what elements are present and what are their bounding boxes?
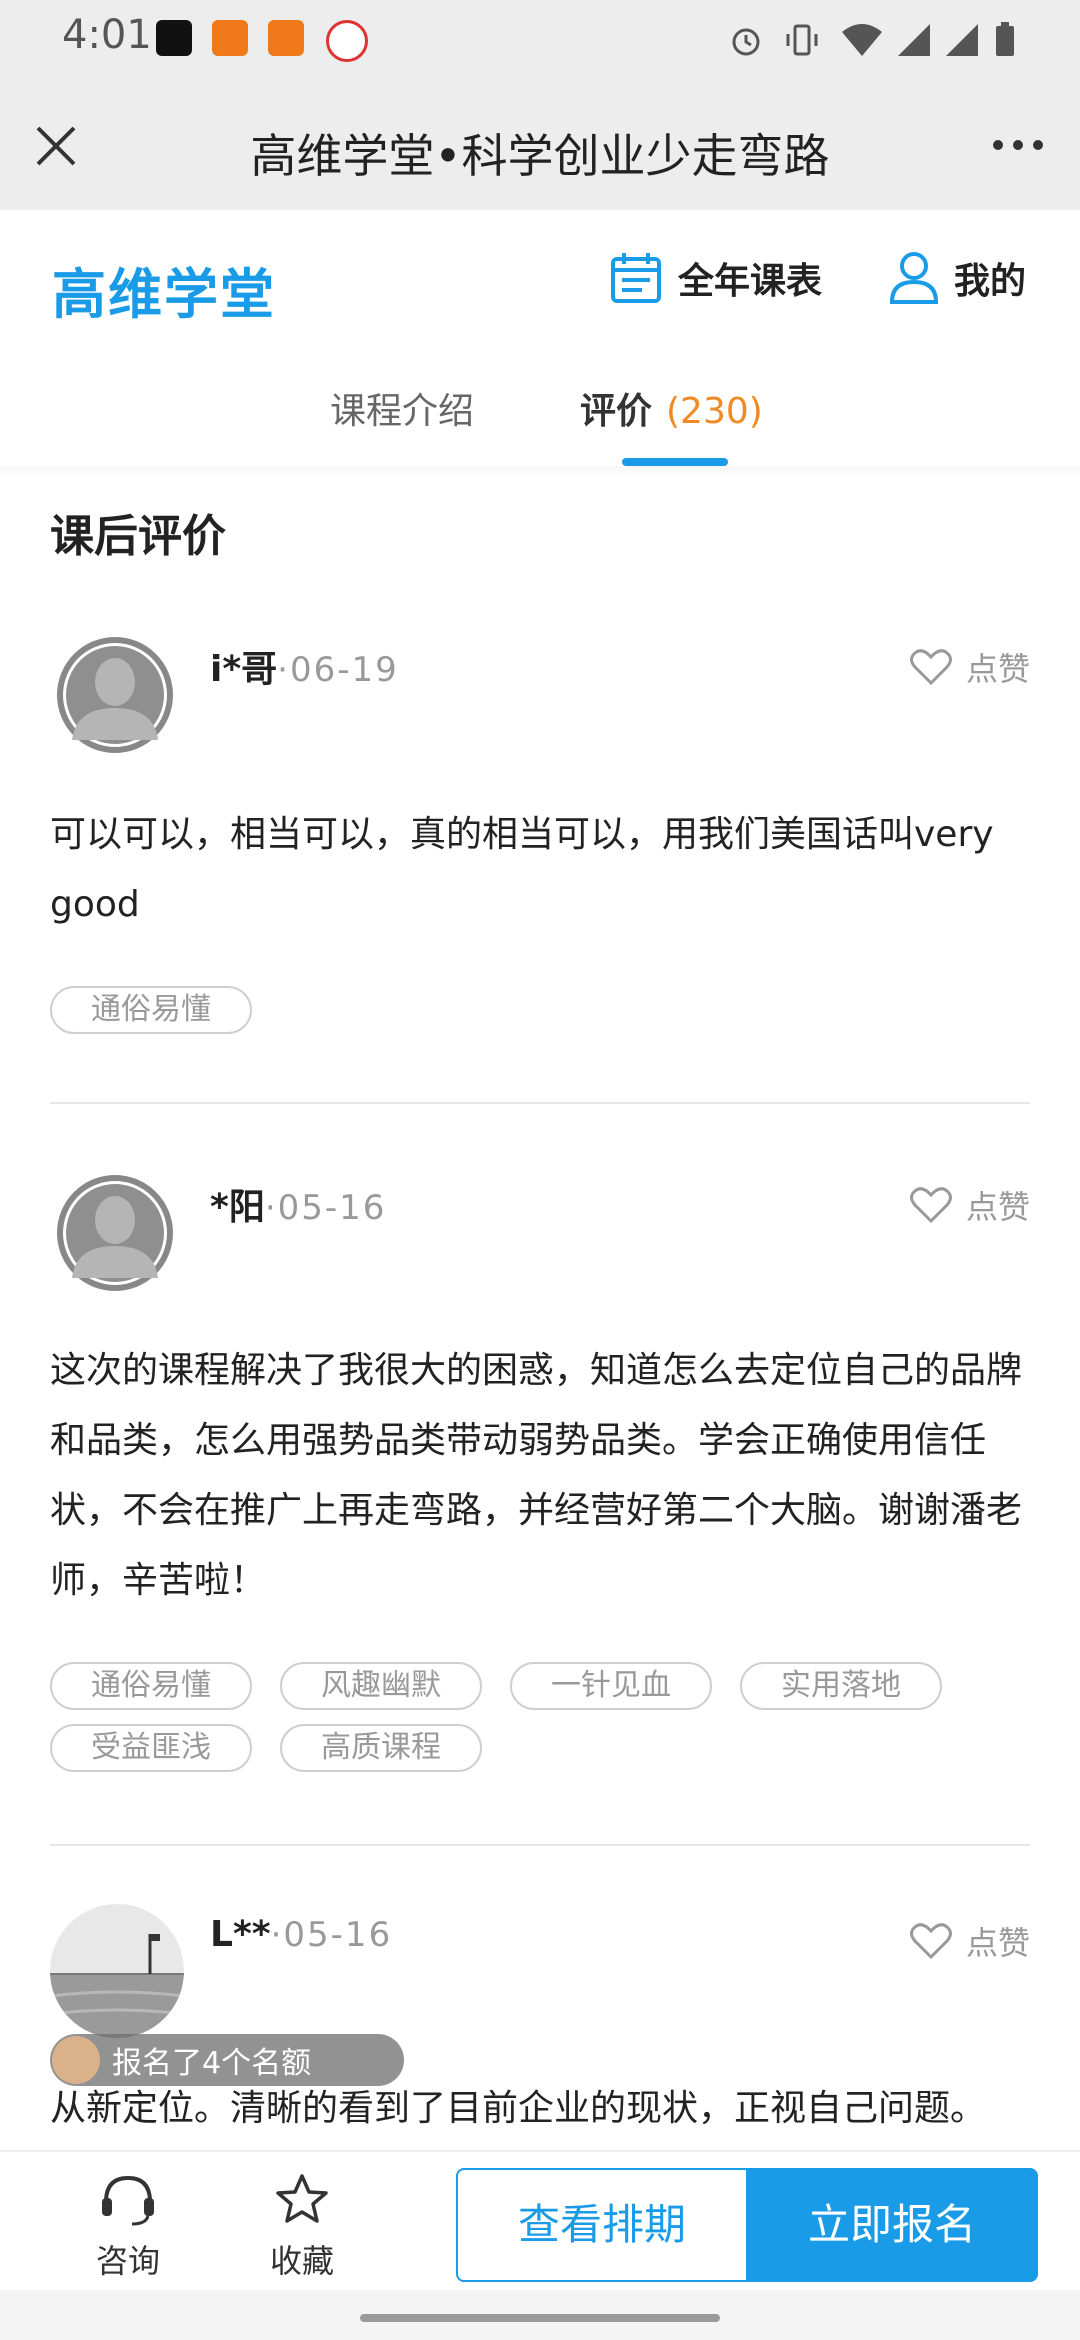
my-account-button[interactable]: 我的 [888, 250, 1026, 306]
divider [50, 1844, 1030, 1846]
battery-icon [996, 22, 1014, 56]
app-notification-icon [212, 20, 248, 56]
like-button[interactable]: 点赞 [909, 1918, 1030, 1964]
favorite-label: 收藏 [269, 2242, 334, 2280]
alarm-icon [732, 28, 760, 56]
avatar-photo [50, 1904, 184, 2038]
review-count: (230) [666, 391, 763, 432]
top-navbar: 高维学堂•科学创业少走弯路 [0, 80, 1080, 210]
avatar [50, 1904, 184, 2038]
review-tag: 风趣幽默 [280, 1662, 482, 1710]
avatar [50, 1168, 180, 1298]
wifi-icon [842, 24, 882, 56]
review-tags: 通俗易懂 风趣幽默 一针见血 实用落地 受益匪浅 高质课程 [50, 1662, 1030, 1772]
user-icon [889, 252, 939, 304]
review-text: 这次的课程解决了我很大的困惑，知道怎么去定位自己的品牌和品类，怎么用强势品类带动… [50, 1350, 1023, 1601]
review-tag: 通俗易懂 [50, 986, 252, 1034]
review-item: i*哥·06-19 点赞 可以可以，相当可以，真的相当可以，用我们美国话叫ver… [50, 630, 1030, 1050]
heart-icon [909, 1187, 952, 1224]
page-title: 高维学堂•科学创业少走弯路 [250, 129, 830, 183]
heart-icon [909, 649, 952, 686]
tab-reviews-label: 评价 [580, 391, 653, 432]
favorite-button[interactable]: 收藏 [242, 2172, 362, 2282]
calendar-icon [611, 253, 661, 303]
consult-button[interactable]: 咨询 [68, 2172, 188, 2282]
default-avatar-icon [57, 637, 173, 753]
like-label: 点赞 [965, 1924, 1030, 1962]
reviewer-name-text: *阳 [210, 1187, 265, 1228]
browser-notification-icon [326, 20, 368, 62]
active-tab-indicator [622, 458, 728, 466]
heart-icon [909, 1923, 952, 1960]
status-bar: 4:01 [0, 0, 1080, 80]
review-date: ·05-16 [270, 1915, 393, 1955]
like-label: 点赞 [965, 650, 1030, 688]
app-notification-icon [268, 20, 304, 56]
logo[interactable]: 高维学堂 [52, 250, 276, 329]
reviewer-name: i*哥·06-19 [210, 640, 399, 692]
default-avatar-icon [57, 1175, 173, 1291]
reviewer-name-text: L** [210, 1914, 271, 1955]
review-tag: 一针见血 [510, 1662, 712, 1710]
star-icon [276, 2174, 328, 2223]
review-date: ·06-19 [277, 650, 399, 690]
review-text: 可以可以，相当可以，真的相当可以，用我们美国话叫very good [50, 814, 994, 925]
annual-schedule-button[interactable]: 全年课表 [608, 250, 822, 306]
view-schedule-button[interactable]: 查看排期 [456, 2168, 748, 2282]
enroll-avatar [52, 2036, 100, 2084]
signup-now-button[interactable]: 立即报名 [746, 2168, 1038, 2282]
headset-icon [102, 2175, 154, 2226]
avatar [50, 630, 180, 760]
enroll-badge: 报名了4个名额 [50, 2034, 404, 2086]
reviewer-name: L**·05-16 [210, 1914, 392, 1955]
like-button[interactable]: 点赞 [909, 1182, 1030, 1228]
home-gesture-handle[interactable] [360, 2314, 720, 2322]
status-time: 4:01 [62, 12, 152, 58]
review-item: L**·05-16 点赞 从新定位。清晰的看到了目前企业的现状，正视自己问题。 [50, 1904, 1030, 2144]
consult-label: 咨询 [95, 2242, 160, 2280]
reviewer-name: *阳·05-16 [210, 1178, 386, 1230]
review-tag: 实用落地 [740, 1662, 942, 1710]
tab-course-intro[interactable]: 课程介绍 [330, 382, 474, 434]
tab-bar: 课程介绍 评价 (230) [0, 340, 1080, 466]
more-icon[interactable] [990, 130, 1046, 160]
review-tag: 高质课程 [280, 1724, 482, 1772]
divider [50, 1102, 1030, 1104]
like-button[interactable]: 点赞 [909, 644, 1030, 690]
signal-icon [946, 24, 978, 56]
my-account-label: 我的 [954, 261, 1027, 302]
review-tag: 受益匪浅 [50, 1724, 252, 1772]
annual-schedule-label: 全年课表 [678, 261, 823, 302]
like-label: 点赞 [965, 1188, 1030, 1226]
reviewer-name-text: i*哥 [210, 649, 278, 690]
vibrate-icon [786, 24, 818, 56]
capcut-app-icon [156, 20, 192, 56]
review-tags: 通俗易懂 [50, 986, 1030, 1034]
review-item: *阳·05-16 点赞 这次的课程解决了我很大的困惑，知道怎么去定位自己的品牌和… [50, 1168, 1030, 1788]
site-header: 高维学堂 全年课表 我的 [0, 210, 1080, 340]
bottom-action-bar: 咨询 收藏 查看排期 立即报名 [0, 2150, 1080, 2292]
tab-reviews[interactable]: 评价 (230) [580, 382, 763, 434]
signal-icon [898, 24, 930, 56]
section-title: 课后评价 [50, 511, 226, 562]
enroll-text: 报名了4个名额 [112, 2046, 312, 2081]
system-nav-bar [0, 2290, 1080, 2340]
review-tag: 通俗易懂 [50, 1662, 252, 1710]
review-date: ·05-16 [264, 1188, 387, 1228]
